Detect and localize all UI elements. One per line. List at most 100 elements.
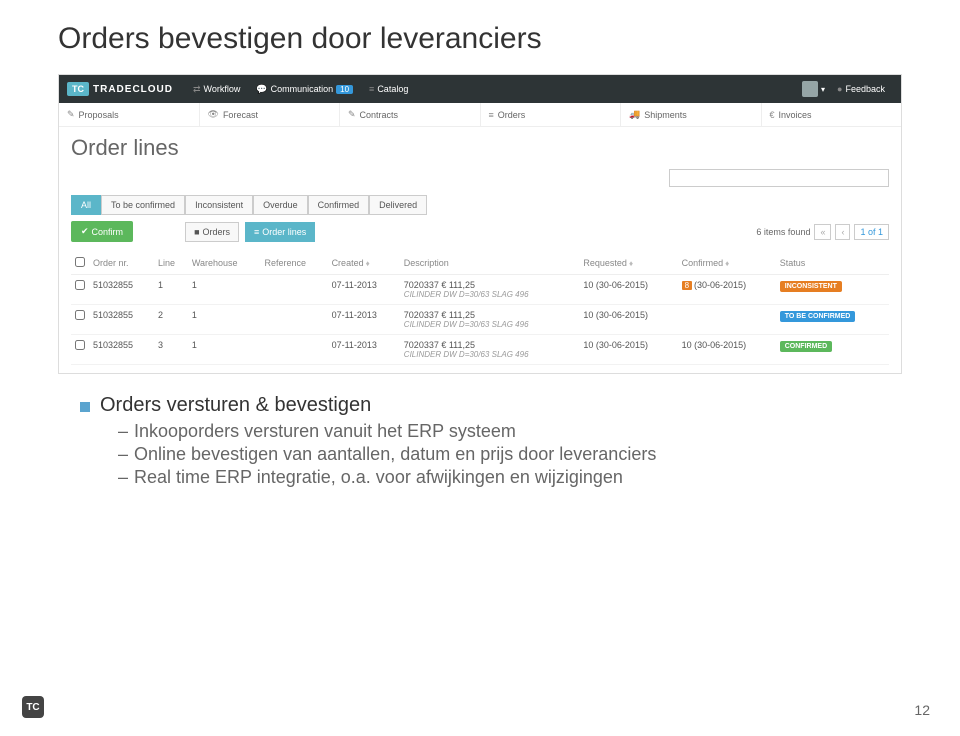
cell-confirmed: 8(30-06-2015) (678, 275, 776, 305)
user-avatar[interactable] (802, 81, 818, 97)
row-checkbox[interactable] (75, 310, 85, 320)
filter-overdue[interactable]: Overdue (253, 195, 308, 215)
row-checkbox[interactable] (75, 280, 85, 290)
corner-logo-icon: TC (22, 696, 44, 718)
forecast-icon: 👁 (208, 109, 219, 120)
filter-delivered[interactable]: Delivered (369, 195, 427, 215)
confirm-button[interactable]: ✔Confirm (71, 221, 133, 242)
description-detail: CILINDER DW D=30/63 SLAG 496 (404, 290, 576, 299)
filter-tobeconfirmed[interactable]: To be confirmed (101, 195, 185, 215)
col-description[interactable]: Description (400, 252, 580, 275)
tab-shipments[interactable]: 🚚Shipments (621, 103, 762, 126)
table-row: 510328553107-11-20137020337 € 111,25CILI… (71, 335, 889, 365)
cell-warehouse: 1 (188, 305, 261, 335)
filter-inconsistent[interactable]: Inconsistent (185, 195, 253, 215)
row-checkbox[interactable] (75, 340, 85, 350)
status-filter-group: All To be confirmed Inconsistent Overdue… (71, 195, 889, 215)
cell-warehouse: 1 (188, 275, 261, 305)
search-input[interactable] (669, 169, 889, 187)
col-line[interactable]: Line (154, 252, 188, 275)
app-screenshot: TC TRADECLOUD ⇄Workflow 💬Communication10… (58, 74, 902, 374)
orders-icon: ≡ (489, 110, 494, 120)
cell-warehouse: 1 (188, 335, 261, 365)
cell-status: INCONSISTENT (776, 275, 889, 305)
filter-all[interactable]: All (71, 195, 101, 215)
tab-label: Contracts (360, 110, 399, 120)
feedback-icon: ● (837, 84, 842, 94)
header-label: Requested (583, 258, 627, 268)
bullet-dash-icon: – (118, 421, 128, 441)
user-menu-caret[interactable]: ▾ (821, 85, 825, 94)
cell-requested: 10 (30-06-2015) (579, 305, 677, 335)
page-title: Order lines (71, 135, 889, 161)
cell-created: 07-11-2013 (328, 275, 400, 305)
col-ordernr[interactable]: Order nr. (89, 252, 154, 275)
cell-requested: 10 (30-06-2015) (579, 275, 677, 305)
tab-orders[interactable]: ≡Orders (481, 103, 622, 126)
slide-title: Orders bevestigen door leveranciers (0, 0, 960, 56)
tab-forecast[interactable]: 👁 Forecast (200, 103, 341, 126)
tab-proposals[interactable]: ✎ Proposals (59, 103, 200, 126)
status-badge: INCONSISTENT (780, 281, 842, 292)
bullet-sub-text: Real time ERP integratie, o.a. voor afwi… (134, 467, 623, 487)
cell-line: 2 (154, 305, 188, 335)
qty-diff-badge: 8 (682, 281, 692, 290)
sort-icon: ♦ (629, 259, 633, 268)
tab-label: Proposals (79, 110, 119, 120)
catalog-icon: ≡ (369, 84, 374, 94)
button-label: Orders (203, 227, 231, 237)
cell-reference (261, 305, 328, 335)
tab-contracts[interactable]: ✎Contracts (340, 103, 481, 126)
description-detail: CILINDER DW D=30/63 SLAG 496 (404, 320, 576, 329)
nav-workflow[interactable]: ⇄Workflow (193, 84, 240, 95)
tab-invoices[interactable]: €Invoices (762, 103, 902, 126)
order-lines-table: Order nr. Line Warehouse Reference Creat… (71, 252, 889, 365)
pager-first[interactable]: « (814, 224, 831, 240)
cell-description: 7020337 € 111,25CILINDER DW D=30/63 SLAG… (400, 275, 580, 305)
bullet-dash-icon: – (118, 444, 128, 464)
status-badge: CONFIRMED (780, 341, 832, 352)
proposals-icon: ✎ (67, 109, 75, 120)
nav-label: Feedback (845, 84, 885, 94)
cell-status: CONFIRMED (776, 335, 889, 365)
cell-confirmed: 10 (30-06-2015) (678, 335, 776, 365)
nav-feedback[interactable]: ●Feedback (837, 84, 885, 94)
view-orders-button[interactable]: ■ Orders (185, 222, 239, 242)
filter-confirmed[interactable]: Confirmed (308, 195, 370, 215)
col-reference[interactable]: Reference (261, 252, 328, 275)
pager-current: 1 of 1 (854, 224, 889, 240)
col-requested[interactable]: Requested♦ (579, 252, 677, 275)
nav-catalog[interactable]: ≡Catalog (369, 84, 408, 94)
view-orderlines-button[interactable]: ≡Order lines (245, 222, 315, 242)
button-label: Order lines (262, 227, 306, 237)
status-badge: TO BE CONFIRMED (780, 311, 856, 322)
tab-label: Forecast (223, 110, 258, 120)
select-all-checkbox[interactable] (75, 257, 85, 267)
check-icon: ✔ (81, 226, 89, 237)
col-checkbox (71, 252, 89, 275)
folder-icon: ■ (194, 227, 199, 237)
comm-badge: 10 (336, 85, 353, 94)
nav-communication[interactable]: 💬Communication10 (256, 84, 353, 95)
slide-bullets: Orders versturen & bevestigen –Inkoopord… (80, 394, 900, 488)
cell-confirmed (678, 305, 776, 335)
cell-description: 7020337 € 111,25CILINDER DW D=30/63 SLAG… (400, 305, 580, 335)
bullet-dash-icon: – (118, 467, 128, 487)
description-detail: CILINDER DW D=30/63 SLAG 496 (404, 350, 576, 359)
cell-line: 3 (154, 335, 188, 365)
header-label: Confirmed (682, 258, 724, 268)
bullet-square-icon (80, 402, 90, 412)
topbar: TC TRADECLOUD ⇄Workflow 💬Communication10… (59, 75, 901, 103)
col-created[interactable]: Created♦ (328, 252, 400, 275)
cell-description: 7020337 € 111,25CILINDER DW D=30/63 SLAG… (400, 335, 580, 365)
col-warehouse[interactable]: Warehouse (188, 252, 261, 275)
col-status[interactable]: Status (776, 252, 889, 275)
col-confirmed[interactable]: Confirmed♦ (678, 252, 776, 275)
cell-status: TO BE CONFIRMED (776, 305, 889, 335)
nav-label: Workflow (204, 84, 241, 94)
pager-prev[interactable]: ‹ (835, 224, 850, 240)
cell-requested: 10 (30-06-2015) (579, 335, 677, 365)
nav-label: Catalog (377, 84, 408, 94)
header-label: Created (332, 258, 364, 268)
cell-created: 07-11-2013 (328, 335, 400, 365)
